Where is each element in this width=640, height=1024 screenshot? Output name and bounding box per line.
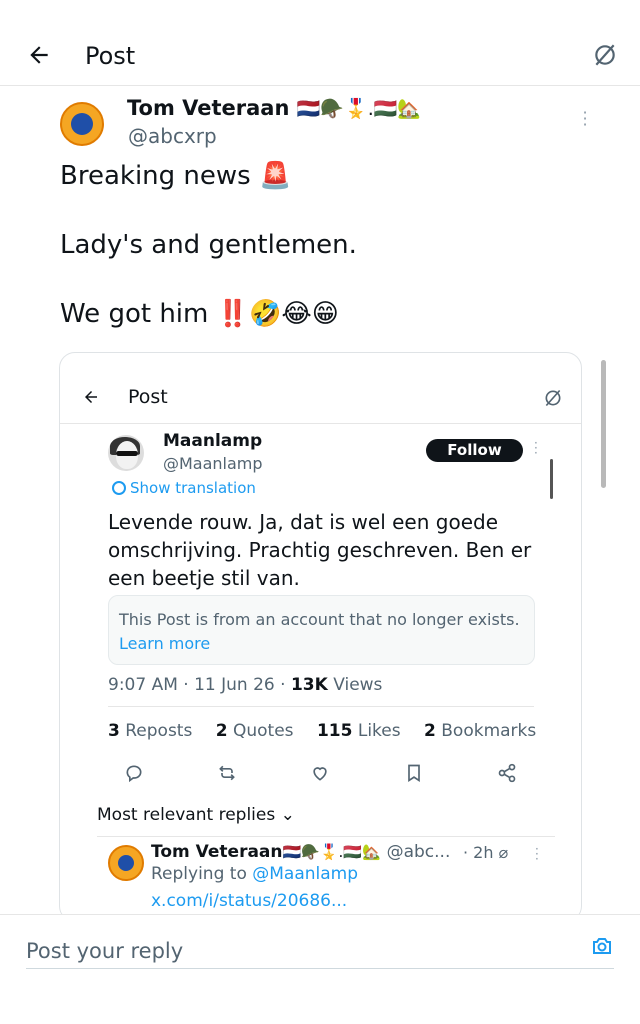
more-options-icon: · · · <box>534 436 538 460</box>
grok-icon[interactable] <box>592 42 618 68</box>
author-handle[interactable]: @abcxrp <box>128 124 217 148</box>
page-title: Post <box>85 42 136 70</box>
avatar <box>108 435 144 471</box>
avatar[interactable] <box>60 102 104 146</box>
replying-to: Replying to @Maanlamp <box>151 864 359 884</box>
post-text-line: Breaking news 🚨 <box>60 161 292 191</box>
translate-icon <box>112 481 126 495</box>
deleted-account-notice: This Post is from an account that no lon… <box>108 595 535 665</box>
grok-icon <box>545 389 561 407</box>
author-emojis: 🇳🇱🪖🎖️.🇭🇺🏡 <box>296 98 422 120</box>
divider <box>108 706 534 707</box>
camera-icon[interactable] <box>590 934 614 958</box>
divider <box>97 836 555 837</box>
reply-icon <box>126 765 142 783</box>
like-icon <box>313 767 327 781</box>
embedded-author-name: Maanlamp <box>163 431 263 451</box>
divider <box>60 423 581 424</box>
reply-bar <box>0 914 640 1024</box>
arrow-left-icon <box>85 391 97 403</box>
embedded-author-handle: @Maanlamp <box>163 454 263 473</box>
reply-author-name: Tom Veteraan🇳🇱🪖🎖️.🇭🇺🏡 @abc... <box>151 842 451 862</box>
show-translation-link: Show translation <box>112 479 256 497</box>
author-name[interactable]: Tom Veteraan 🇳🇱🪖🎖️.🇭🇺🏡 <box>127 96 421 120</box>
bookmark-icon <box>408 764 420 783</box>
embedded-image[interactable]: Post Maanlamp @Maanlamp Follow · · · Show … <box>59 352 582 922</box>
follow-button: Follow <box>426 439 523 462</box>
learn-more-link: Learn more <box>119 634 211 653</box>
reply-input[interactable] <box>26 933 614 969</box>
top-bar: Post <box>0 0 640 86</box>
more-options-icon: · · · <box>535 842 539 866</box>
reply-time: · 2h ⌀ <box>463 843 509 862</box>
post-text-line: We got him ‼️🤣😂😁 <box>60 299 339 329</box>
more-options-icon[interactable]: · · · <box>578 105 592 133</box>
scrollbar <box>550 459 553 499</box>
embedded-post-text: Levende rouw. Ja, dat is wel een goede o… <box>108 510 532 590</box>
status-link: x.com/i/status/20686... <box>151 891 348 911</box>
post-meta: 9:07 AM · 11 Jun 26 · 13K Views <box>108 675 383 695</box>
chevron-down-icon: ⌄ <box>280 805 295 825</box>
repost-icon <box>219 765 235 781</box>
share-icon <box>498 763 516 783</box>
scrollbar[interactable] <box>601 360 606 488</box>
sort-replies-dropdown: Most relevant replies ⌄ <box>97 805 295 825</box>
post-stats: 3 Reposts 2 Quotes 115 Likes 2 Bookmarks <box>108 721 537 741</box>
post-text-line: Lady's and gentlemen. <box>60 230 357 260</box>
avatar <box>108 845 144 881</box>
embedded-page-title: Post <box>128 386 168 408</box>
action-bar <box>124 763 519 785</box>
arrow-left-icon[interactable] <box>26 42 52 68</box>
